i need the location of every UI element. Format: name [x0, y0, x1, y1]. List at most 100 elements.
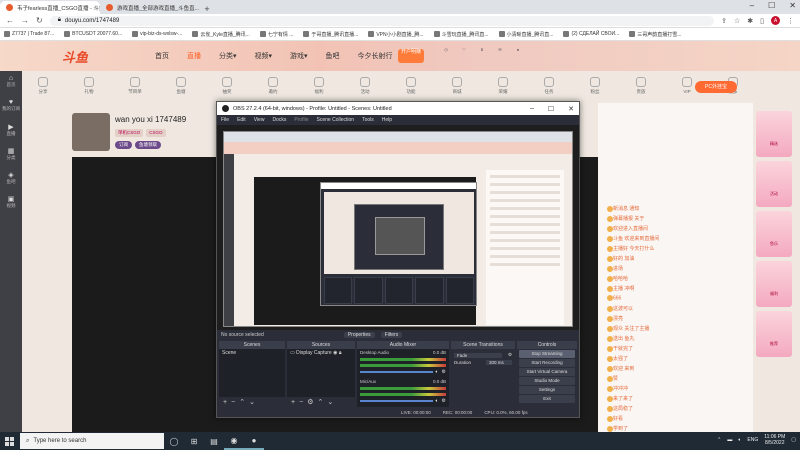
gear-icon[interactable]: ⚙: [508, 352, 512, 358]
remove-icon[interactable]: −: [299, 399, 303, 406]
ad-banner[interactable]: 推荐: [756, 311, 792, 357]
volume-icon[interactable]: 🔈︎: [738, 437, 741, 443]
gift-item[interactable]: 抽奖: [214, 77, 240, 101]
gift-item[interactable]: 鱼塘: [168, 77, 194, 101]
duration-input[interactable]: 300 ms: [486, 360, 512, 365]
obs-close-button[interactable]: ✕: [568, 105, 574, 113]
gift-item[interactable]: 荣耀: [490, 77, 516, 101]
add-icon[interactable]: +: [223, 399, 227, 406]
sidebar-item[interactable]: ♥ 我的订阅: [0, 95, 22, 119]
volume-slider[interactable]: [360, 371, 433, 373]
ad-banner[interactable]: 福利: [756, 261, 792, 307]
lock-icon[interactable]: 🔒︎: [339, 350, 342, 356]
back-arrow-icon[interactable]: ←: [6, 16, 14, 25]
ad-banner[interactable]: 鱼乐: [756, 211, 792, 257]
network-icon[interactable]: ▬: [727, 437, 732, 443]
streamer-avatar[interactable]: [72, 113, 110, 151]
gift-item[interactable]: 福利: [306, 77, 332, 101]
sidebar-item[interactable]: ⌂ 首页: [0, 71, 22, 95]
bookmark-star-icon[interactable]: ☆: [734, 17, 740, 25]
add-icon[interactable]: +: [291, 399, 295, 406]
bookmark-item[interactable]: 于哥直播_腾讯直播...: [303, 31, 358, 38]
speaker-icon[interactable]: 🔈︎: [436, 398, 439, 404]
gear-icon[interactable]: ⚙: [442, 398, 446, 404]
speaker-icon[interactable]: 🔈︎: [436, 369, 439, 375]
extensions-icon[interactable]: ✱: [747, 17, 753, 25]
sidebar-item[interactable]: ▦ 分类: [0, 143, 22, 167]
bookmark-item[interactable]: (2) СДЕЛАЙ СВОИ...: [563, 31, 619, 37]
start-button[interactable]: [0, 432, 18, 450]
bookmark-item[interactable]: 七宁有情 ...: [259, 31, 293, 38]
task-view-icon[interactable]: ◯: [164, 432, 184, 450]
notification-icon[interactable]: ▢: [791, 437, 796, 443]
gear-icon[interactable]: ⚙: [307, 398, 313, 406]
gift-item[interactable]: 活动: [352, 77, 378, 101]
menu-icon[interactable]: ⋮: [787, 17, 794, 25]
down-icon[interactable]: ⌄: [249, 398, 255, 406]
clock[interactable]: 11:06 PM 8/5/2022: [764, 434, 785, 446]
browser-tab-douyu[interactable]: 韦子fearless直播_CSGO直播 - 斗鱼 ✕: [0, 1, 100, 14]
ad-banner[interactable]: 活动: [756, 161, 792, 207]
volume-slider[interactable]: [360, 400, 433, 402]
nav-item[interactable]: 直播: [187, 51, 201, 61]
gift-item[interactable]: 功能: [398, 77, 424, 101]
minimize-button[interactable]: –: [750, 1, 754, 10]
gift-item[interactable]: 邀约: [260, 77, 286, 101]
widgets-icon[interactable]: ⊞: [184, 432, 204, 450]
tag[interactable]: 单机CSGO: [115, 129, 144, 137]
site-logo[interactable]: 斗鱼: [62, 47, 88, 66]
avatar[interactable]: ●: [512, 47, 524, 61]
gift-item[interactable]: 任务: [536, 77, 562, 101]
bookmark-item[interactable]: 云雀_Kyle直播_腾讯...: [192, 31, 250, 38]
new-tab-button[interactable]: +: [200, 4, 214, 14]
obs-maximize-button[interactable]: ☐: [548, 105, 554, 113]
control-button[interactable]: Start Recording: [519, 359, 575, 367]
properties-button[interactable]: Properties: [343, 332, 375, 338]
reload-icon[interactable]: ↻: [36, 16, 43, 25]
gift-item[interactable]: 分享: [30, 77, 56, 101]
open-account-button[interactable]: 开户明赚: [398, 49, 424, 63]
bookmark-item[interactable]: BTCUSDT 20077.60...: [64, 31, 122, 37]
follow-icon[interactable]: ♡: [458, 47, 470, 61]
obs-minimize-button[interactable]: –: [530, 105, 534, 113]
down-icon[interactable]: ⌄: [327, 398, 333, 406]
language-indicator[interactable]: ENG: [747, 437, 758, 443]
eye-icon[interactable]: ◉: [333, 350, 337, 356]
sidebar-item[interactable]: ▶ 直播: [0, 119, 22, 143]
gear-icon[interactable]: ⚙: [442, 369, 446, 375]
transition-select[interactable]: Fade: [454, 352, 502, 358]
nav-item[interactable]: 鱼吧: [326, 51, 340, 61]
obs-icon[interactable]: ●: [244, 432, 264, 450]
bookmark-item[interactable]: Z7737 | Trade 87...: [4, 31, 54, 37]
browser-tab-games[interactable]: 游戏直播_全部游戏直播_斗鱼直... ✕: [100, 1, 200, 14]
sidebar-item[interactable]: ▣ 视频: [0, 191, 22, 215]
hot-badge[interactable]: PC外挂宝: [695, 81, 737, 93]
tray-chevron-icon[interactable]: ⌃: [717, 437, 721, 443]
tag[interactable]: CSGO: [146, 129, 166, 137]
gift-item[interactable]: 商城: [444, 77, 470, 101]
obs-menu-item[interactable]: Profile: [294, 117, 308, 123]
nav-item[interactable]: 视频▾: [255, 51, 273, 61]
nav-item[interactable]: 游戏▾: [290, 51, 308, 61]
sidebar-item[interactable]: ◈ 鱼吧: [0, 167, 22, 191]
download-icon[interactable]: ⬇: [476, 47, 488, 61]
gift-item[interactable]: 贵族: [628, 77, 654, 101]
explorer-icon[interactable]: ▤: [204, 432, 224, 450]
maximize-button[interactable]: ☐: [768, 1, 775, 10]
control-button[interactable]: Settings: [519, 386, 575, 394]
control-button[interactable]: Stop Streaming: [519, 350, 575, 358]
profile-avatar[interactable]: A: [771, 16, 780, 25]
gift-item[interactable]: 粉丝: [582, 77, 608, 101]
chrome-icon[interactable]: ◉: [224, 432, 244, 450]
sidepanel-icon[interactable]: ▯: [760, 17, 764, 25]
taskbar-search[interactable]: ⌕ Type here to search: [20, 433, 164, 449]
url-field[interactable]: 🔒︎ douyu.com/1747489: [49, 15, 715, 26]
bookmark-item[interactable]: vip-biz-ds-wxlsw-...: [132, 31, 182, 37]
gift-item[interactable]: 节目单: [122, 77, 148, 101]
forward-arrow-icon[interactable]: →: [21, 16, 29, 25]
gift-item[interactable]: 礼物: [76, 77, 102, 101]
fishpond-button[interactable]: 鱼塘领取: [135, 141, 161, 149]
scene-item[interactable]: Scene: [222, 350, 282, 356]
obs-menu-item[interactable]: File: [221, 117, 229, 123]
remove-icon[interactable]: −: [231, 399, 235, 406]
